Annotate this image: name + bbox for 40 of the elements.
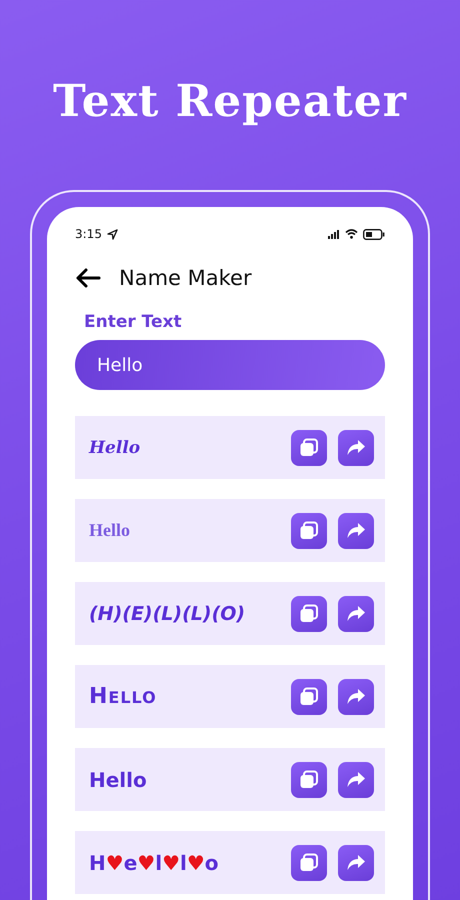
text-input-field[interactable]: Hello bbox=[75, 340, 385, 390]
copy-icon[interactable] bbox=[299, 852, 319, 872]
copy-button[interactable] bbox=[291, 596, 327, 632]
share-button[interactable] bbox=[338, 596, 374, 632]
styled-text: H♥e♥l♥l♥o bbox=[89, 850, 220, 874]
location-icon bbox=[106, 228, 118, 240]
copy-button[interactable] bbox=[291, 430, 327, 466]
copy-icon[interactable] bbox=[299, 438, 319, 458]
share-icon[interactable] bbox=[346, 522, 366, 540]
styled-text: Hello bbox=[89, 768, 148, 792]
share-button[interactable] bbox=[338, 844, 374, 880]
copy-icon[interactable] bbox=[299, 604, 319, 624]
copy-button[interactable] bbox=[291, 762, 327, 798]
signal-icon bbox=[328, 230, 340, 238]
status-time: 3:15 bbox=[75, 227, 102, 241]
share-button[interactable] bbox=[338, 430, 374, 466]
copy-button[interactable] bbox=[291, 844, 327, 880]
styled-text: Hello bbox=[89, 520, 131, 541]
app-title: Text Repeater bbox=[53, 75, 407, 129]
battery-icon bbox=[363, 228, 385, 240]
styled-text: Hello bbox=[89, 438, 142, 458]
share-button[interactable] bbox=[338, 762, 374, 798]
share-icon[interactable] bbox=[346, 854, 366, 872]
wifi-icon bbox=[345, 229, 358, 239]
share-icon[interactable] bbox=[346, 688, 366, 706]
copy-icon[interactable] bbox=[299, 770, 319, 790]
copy-icon[interactable] bbox=[299, 686, 319, 706]
share-icon[interactable] bbox=[346, 604, 366, 622]
back-button[interactable] bbox=[75, 268, 101, 288]
screen-title: Name Maker bbox=[119, 266, 252, 290]
copy-button[interactable] bbox=[291, 678, 327, 714]
copy-icon[interactable] bbox=[299, 520, 319, 540]
field-label: Enter Text bbox=[84, 312, 183, 332]
share-button[interactable] bbox=[338, 512, 374, 548]
share-icon[interactable] bbox=[346, 438, 366, 456]
styled-text: (H)(E)(L)(L)(O) bbox=[89, 602, 246, 624]
styled-text: HELLO bbox=[89, 684, 158, 709]
share-icon[interactable] bbox=[346, 770, 366, 788]
share-button[interactable] bbox=[338, 678, 374, 714]
copy-button[interactable] bbox=[291, 512, 327, 548]
